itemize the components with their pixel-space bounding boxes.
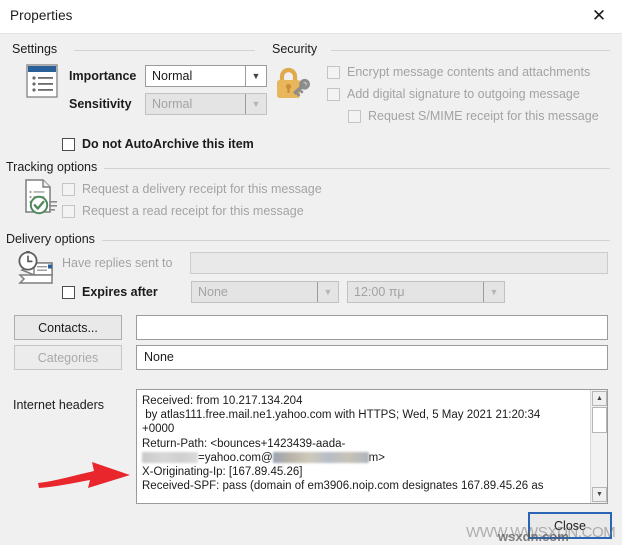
expires-after-checkbox-box: [62, 285, 75, 299]
autoarchive-checkbox-box: [62, 137, 75, 151]
security-group-rule: [331, 50, 610, 51]
scrollbar-thumb[interactable]: [592, 407, 607, 433]
padlock-key-icon: [272, 65, 316, 108]
smime-receipt-checkbox[interactable]: Request S/MIME receipt for this message: [348, 109, 599, 123]
sensitivity-combo[interactable]: Normal ▼: [145, 93, 267, 115]
smime-receipt-label: Request S/MIME receipt for this message: [368, 109, 599, 123]
categories-input[interactable]: None: [136, 345, 608, 370]
scroll-up-icon[interactable]: ▲: [592, 391, 607, 406]
expires-date-combo[interactable]: None ▼: [191, 281, 339, 303]
sensitivity-value: Normal: [152, 97, 193, 111]
digital-signature-checkbox-box: [327, 87, 340, 101]
importance-label: Importance: [69, 69, 137, 83]
header-line-4: Return-Path: <bounces+1423439-aada-: [142, 437, 346, 450]
scroll-down-icon[interactable]: ▼: [592, 487, 607, 502]
expires-date-value: None: [198, 285, 228, 299]
internet-headers-scrollbar[interactable]: ▲ ▼: [590, 390, 607, 503]
security-group-caption: Security: [272, 42, 324, 56]
delivery-group-caption: Delivery options: [6, 232, 101, 246]
header-line-3: +0000: [142, 423, 175, 436]
document-check-receipt-icon: [22, 178, 62, 219]
contacts-button[interactable]: Contacts...: [14, 315, 122, 340]
redacted-email-local-part: [142, 451, 198, 463]
header-line-5a: =yahoo.com@: [198, 451, 273, 464]
expires-time-value: 12:00 πμ: [354, 285, 405, 299]
delivery-receipt-label: Request a delivery receipt for this mess…: [82, 182, 322, 196]
settings-group-rule: [74, 50, 255, 51]
header-line-2: by atlas111.free.mail.ne1.yahoo.com with…: [142, 409, 541, 422]
internet-headers-text: Received: from 10.217.134.204 by atlas11…: [137, 390, 590, 503]
close-button[interactable]: Close: [528, 512, 612, 539]
header-line-1: Received: from 10.217.134.204: [142, 395, 303, 407]
redacted-domain: [272, 451, 369, 463]
header-line-5b: m>: [368, 451, 385, 464]
contacts-input[interactable]: [136, 315, 608, 340]
expires-after-checkbox[interactable]: Expires after: [62, 285, 158, 299]
tracking-group-rule: [104, 168, 610, 169]
encrypt-label: Encrypt message contents and attachments: [347, 65, 591, 79]
settings-group-caption: Settings: [12, 42, 64, 56]
close-window-icon[interactable]: ✕: [582, 2, 616, 30]
header-line-7: Received-SPF: pass (domain of em3906.noi…: [142, 480, 544, 493]
delivery-group-rule: [102, 240, 610, 241]
importance-value: Normal: [152, 69, 193, 83]
digital-signature-label: Add digital signature to outgoing messag…: [347, 87, 580, 101]
red-arrow-annotation: [36, 459, 134, 500]
clock-envelope-icon: [14, 250, 60, 291]
chevron-down-icon: ▼: [483, 282, 504, 302]
autoarchive-checkbox[interactable]: Do not AutoArchive this item: [62, 137, 254, 151]
read-receipt-checkbox-box: [62, 204, 75, 218]
delivery-receipt-checkbox[interactable]: Request a delivery receipt for this mess…: [62, 182, 322, 196]
expires-after-label: Expires after: [82, 285, 158, 299]
categories-button[interactable]: Categories: [14, 345, 122, 370]
window-title: Properties: [10, 8, 73, 23]
internet-headers-label: Internet headers: [13, 398, 105, 412]
autoarchive-label: Do not AutoArchive this item: [82, 137, 254, 151]
encrypt-checkbox-box: [327, 65, 340, 79]
properties-dialog: Settings Importance Normal ▼ Sensitivity…: [0, 33, 622, 545]
digital-signature-checkbox[interactable]: Add digital signature to outgoing messag…: [327, 87, 580, 101]
delivery-receipt-checkbox-box: [62, 182, 75, 196]
read-receipt-label: Request a read receipt for this message: [82, 204, 304, 218]
importance-combo[interactable]: Normal ▼: [145, 65, 267, 87]
properties-list-icon: [26, 64, 58, 101]
smime-receipt-checkbox-box: [348, 109, 361, 123]
encrypt-checkbox[interactable]: Encrypt message contents and attachments: [327, 65, 590, 79]
read-receipt-checkbox[interactable]: Request a read receipt for this message: [62, 204, 304, 218]
title-bar: Properties ✕: [0, 0, 622, 33]
have-replies-sent-to-label: Have replies sent to: [62, 256, 173, 270]
expires-time-combo[interactable]: 12:00 πμ ▼: [347, 281, 505, 303]
chevron-down-icon: ▼: [245, 94, 266, 114]
sensitivity-label: Sensitivity: [69, 97, 132, 111]
tracking-group-caption: Tracking options: [6, 160, 104, 174]
chevron-down-icon: ▼: [317, 282, 338, 302]
have-replies-sent-to-input[interactable]: [190, 252, 608, 274]
internet-headers-box[interactable]: Received: from 10.217.134.204 by atlas11…: [136, 389, 608, 504]
chevron-down-icon: ▼: [245, 66, 266, 86]
header-line-6: X-Originating-Ip: [167.89.45.26]: [142, 466, 303, 479]
